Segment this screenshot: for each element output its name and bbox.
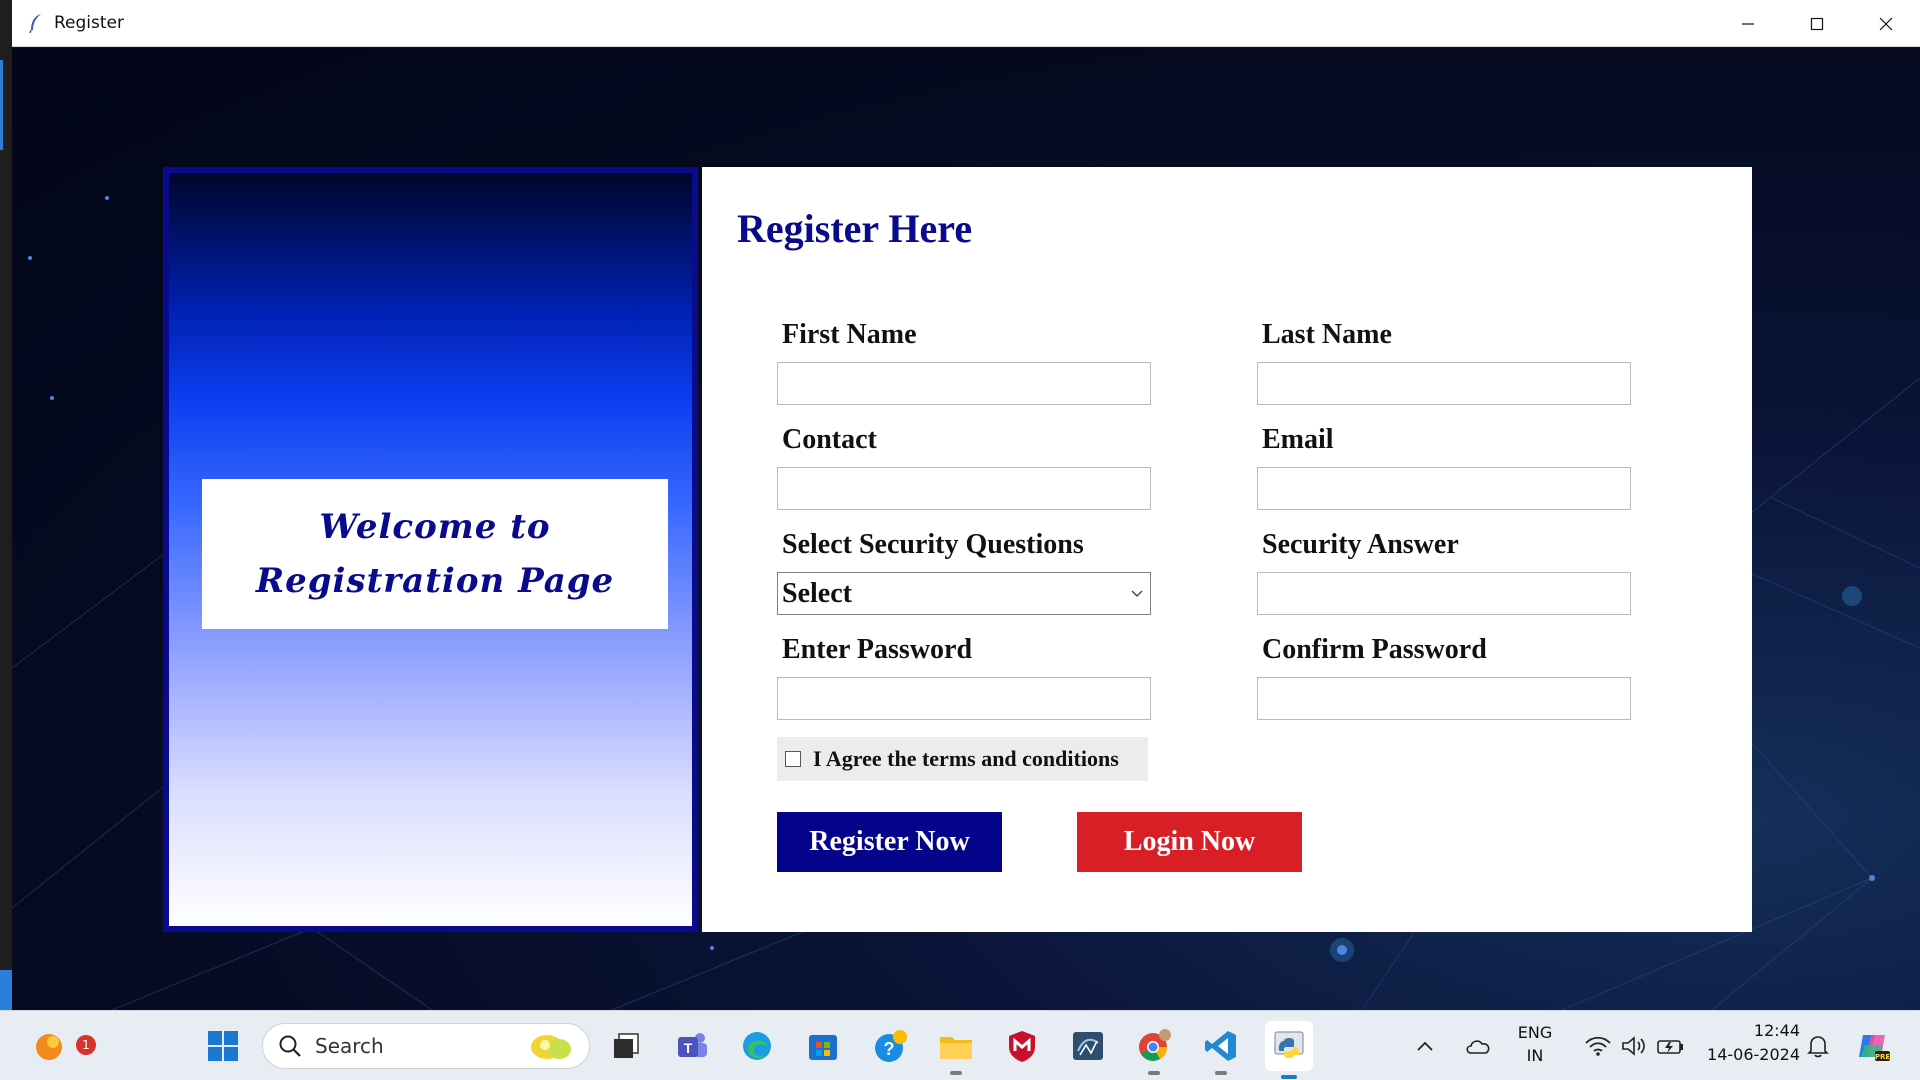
battery-icon [1657,1040,1683,1054]
mysql-icon [1073,1032,1103,1060]
maximize-button[interactable] [1782,0,1851,47]
onedrive-button[interactable] [1458,1025,1498,1067]
terms-checkbox-row[interactable]: I Agree the terms and conditions [777,737,1148,781]
running-indicator [1215,1071,1227,1075]
first-name-label: First Name [782,319,917,350]
form-title: Register Here [737,206,973,251]
start-button[interactable] [202,1025,244,1067]
task-view-icon [614,1033,639,1058]
teams-button[interactable]: T [671,1025,713,1067]
password-input[interactable] [777,677,1151,720]
minimize-button[interactable] [1713,0,1782,47]
chevron-down-icon [1131,590,1143,597]
register-form: Register Here First Name Last Name Conta… [702,167,1752,932]
taskbar-search[interactable]: Search [262,1023,590,1069]
minimize-icon [1741,22,1754,25]
contact-input[interactable] [777,467,1151,510]
vscode-button[interactable] [1200,1025,1242,1075]
copilot-button[interactable]: PRE [1852,1025,1894,1067]
password-label: Enter Password [782,634,973,665]
search-icon [279,1035,301,1057]
svg-text:?: ? [884,1039,895,1059]
mcafee-button[interactable] [1001,1025,1043,1067]
svg-text:PRE: PRE [1875,1053,1891,1061]
email-label: Email [1262,424,1334,455]
last-name-input[interactable] [1257,362,1631,405]
notifications-button[interactable] [1800,1025,1836,1067]
svg-text:T: T [684,1040,693,1056]
clock-time[interactable]: 12:44 [1700,1021,1800,1040]
mysql-workbench-button[interactable] [1067,1025,1109,1067]
close-icon [1879,17,1892,30]
language-indicator-line1[interactable]: ENG [1510,1023,1560,1042]
quick-settings-button[interactable] [1570,1025,1700,1067]
store-icon [809,1035,837,1060]
notification-badge: 1 [76,1035,96,1055]
store-button[interactable] [802,1025,844,1067]
welcome-line-2: Registration Page [255,561,615,601]
taskbar: 1 Search T ? ENG IN 12:44 14-06-2024 PRE [0,1010,1920,1080]
file-explorer-icon [940,1037,972,1059]
widgets-button[interactable]: 1 [28,1025,96,1067]
clock-date[interactable]: 14-06-2024 [1690,1045,1800,1064]
close-button[interactable] [1851,0,1920,47]
terms-label[interactable]: I Agree the terms and conditions [813,746,1119,772]
copilot-icon: PRE [1859,1035,1891,1061]
background-window-edge [0,0,12,1010]
active-indicator [1281,1075,1297,1079]
window-title: Register [54,13,124,33]
chrome-button[interactable] [1133,1025,1175,1075]
cloud-icon [1466,1040,1490,1054]
edge-accent [0,970,12,1010]
language-indicator-line2[interactable]: IN [1510,1046,1560,1065]
welcome-panel: Welcome to Registration Page [163,167,698,932]
wifi-icon [1585,1036,1611,1056]
widgets-icon [36,1034,62,1060]
teams-icon: T [678,1033,707,1057]
login-now-button[interactable]: Login Now [1077,812,1302,872]
python-icon [1274,1031,1304,1058]
window-titlebar[interactable]: Register [12,0,1920,47]
task-view-button[interactable] [605,1025,647,1067]
help-button[interactable]: ? [870,1025,912,1067]
edge-button[interactable] [736,1025,778,1067]
chrome-icon [1139,1029,1171,1061]
tray-overflow-button[interactable] [1410,1025,1440,1067]
windows-start-icon [208,1031,238,1061]
running-indicator [950,1071,962,1075]
maximize-icon [1810,17,1823,30]
running-indicator [1148,1071,1160,1075]
contact-label: Contact [782,424,877,455]
edge-icon [743,1032,771,1060]
python-register-app-button[interactable] [1265,1021,1313,1079]
email-input[interactable] [1257,467,1631,510]
help-icon: ? [875,1030,907,1062]
security-question-label: Select Security Questions [782,529,1084,560]
lemon-highlight-icon [531,1035,571,1059]
security-question-select[interactable]: Select [777,572,1151,615]
mcafee-icon [1009,1031,1035,1062]
first-name-input[interactable] [777,362,1151,405]
welcome-line-1: Welcome to [319,507,551,547]
security-answer-label: Security Answer [1262,529,1459,560]
notification-bell-icon [1807,1036,1829,1058]
welcome-card: Welcome to Registration Page [202,479,668,629]
security-answer-input[interactable] [1257,572,1631,615]
terms-checkbox[interactable] [785,751,801,767]
volume-icon [1622,1036,1645,1056]
confirm-password-label: Confirm Password [1262,634,1487,665]
last-name-label: Last Name [1262,319,1392,350]
feather-icon [26,13,46,33]
edge-accent [0,60,3,150]
security-question-value: Select [782,577,852,609]
register-now-button[interactable]: Register Now [777,812,1002,872]
search-placeholder: Search [315,1034,384,1058]
confirm-password-input[interactable] [1257,677,1631,720]
chevron-up-icon [1417,1041,1433,1051]
file-explorer-button[interactable] [935,1025,977,1075]
vscode-icon [1205,1031,1236,1061]
